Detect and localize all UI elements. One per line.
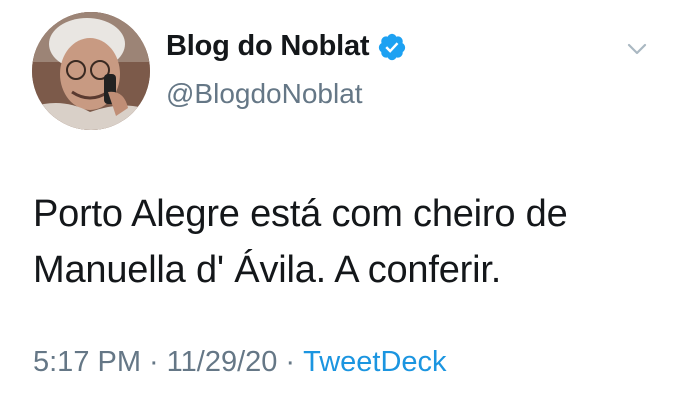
tweet-metadata: 5:17 PM · 11/29/20 · TweetDeck: [33, 346, 447, 379]
tweet-date[interactable]: 11/29/20: [167, 346, 278, 379]
separator: ·: [285, 346, 296, 378]
tweet-time[interactable]: 5:17 PM: [33, 346, 141, 379]
tweet-source-link[interactable]: TweetDeck: [303, 346, 446, 379]
tweet-card: Blog do Noblat @BlogdoNoblat Porto Alegr…: [0, 0, 680, 410]
avatar[interactable]: [32, 12, 150, 130]
tweet-text: Porto Alegre está com cheiro de Manuella…: [33, 193, 568, 291]
separator: ·: [149, 346, 159, 378]
user-handle[interactable]: @BlogdoNoblat: [166, 78, 363, 110]
display-name[interactable]: Blog do Noblat: [166, 30, 370, 63]
avatar-image: [32, 12, 150, 130]
author-row: Blog do Noblat: [166, 30, 407, 63]
verified-badge-icon: [377, 32, 407, 62]
chevron-down-icon[interactable]: [622, 38, 652, 60]
